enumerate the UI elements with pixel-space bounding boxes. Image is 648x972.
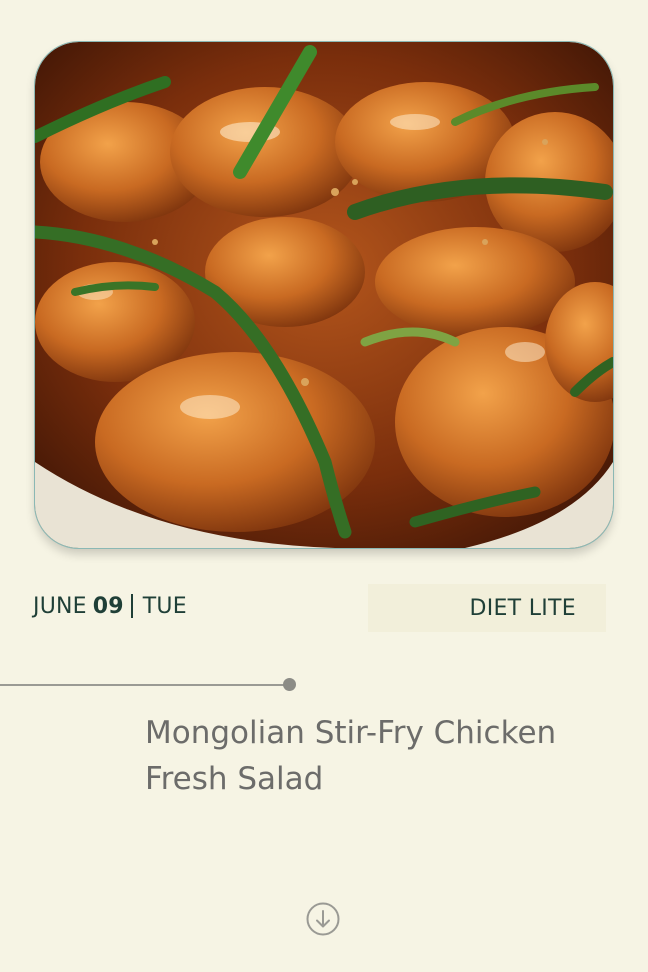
meal-date: JUNE 09 TUE: [33, 590, 187, 622]
meal-title-line: Mongolian Stir-Fry Chicken: [145, 715, 557, 751]
timeline-dot: [283, 678, 296, 691]
meal-title: Mongolian Stir-Fry Chicken Fresh Salad: [145, 710, 615, 802]
meal-title-line: Fresh Salad: [145, 761, 324, 797]
timeline-line: [0, 684, 290, 686]
meal-photo: [34, 41, 614, 549]
diet-tag-label: DIET LITE: [469, 595, 576, 621]
date-weekday: TUE: [142, 593, 187, 619]
date-day: 09: [92, 593, 124, 619]
diet-tag: DIET LITE: [368, 584, 606, 632]
meal-photo-illustration: [35, 42, 613, 548]
date-month: JUNE: [33, 593, 87, 619]
date-divider: [130, 594, 133, 618]
arrow-down-circle-icon: [306, 902, 340, 936]
scroll-down-button[interactable]: [306, 902, 340, 936]
